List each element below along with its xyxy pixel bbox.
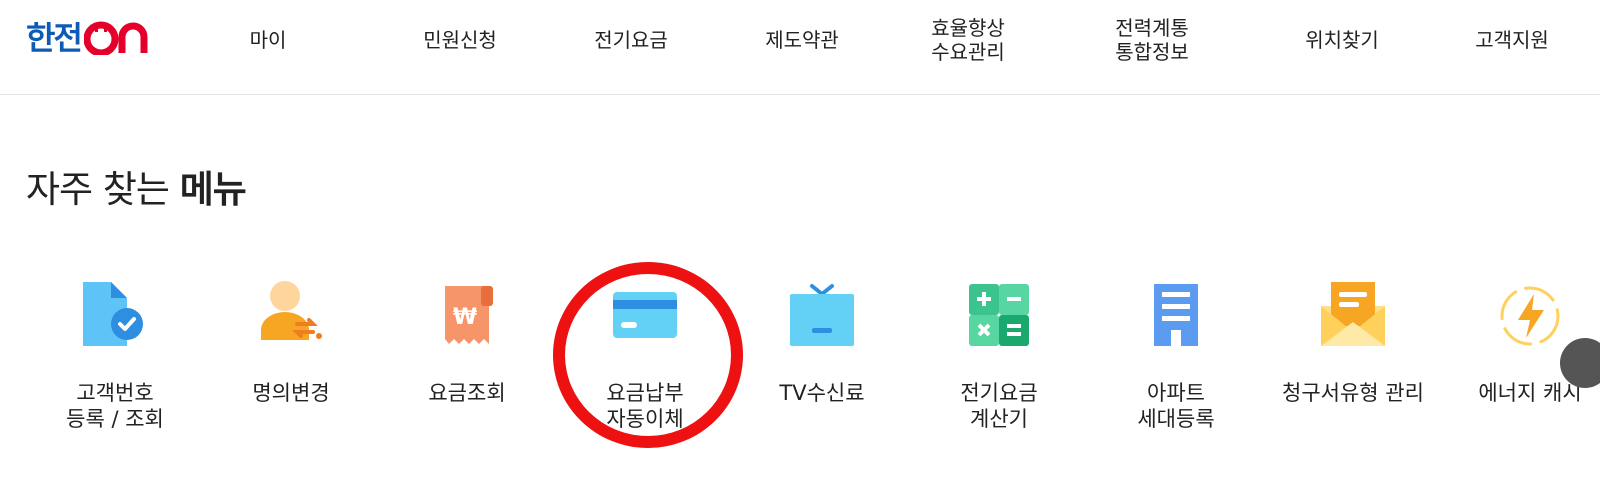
quick-menu-bill-inquiry[interactable]: ₩ 요금조회 bbox=[379, 278, 555, 448]
nav-find-location[interactable]: 위치찾기 bbox=[1282, 0, 1402, 80]
quick-menu-label-line1: TV수신료 bbox=[779, 381, 865, 405]
quick-menu-label-line1: 요금납부 bbox=[606, 381, 684, 405]
nav-grid-info-line2: 통합정보 bbox=[1115, 40, 1189, 64]
person-transfer-icon bbox=[253, 278, 329, 354]
tv-icon bbox=[784, 278, 860, 354]
nav-efficiency-demand-line1: 효율향상 bbox=[931, 16, 1005, 40]
apartment-icon bbox=[1138, 278, 1214, 354]
quick-menu-label-line2: 자동이체 bbox=[606, 407, 684, 431]
nav-policy-terms[interactable]: 제도약관 bbox=[742, 0, 862, 80]
quick-menu-label: 아파트 세대등록 bbox=[1088, 380, 1264, 432]
quick-menu-label-line1: 전기요금 bbox=[960, 381, 1038, 405]
nav-efficiency-demand[interactable]: 효율향상 수요관리 bbox=[908, 0, 1028, 80]
quick-menu-bill-calculator[interactable]: 전기요금 계산기 bbox=[911, 278, 1087, 448]
nav-policy-terms-label: 제도약관 bbox=[765, 28, 839, 52]
quick-menu-label-line2: 계산기 bbox=[970, 407, 1028, 431]
nav-grid-info-line1: 전력계통 bbox=[1115, 16, 1189, 40]
site-header: 한전 마이 민원신청 전기요금 제도약관 효율향상 수요관리 전력계통 통합정보… bbox=[0, 0, 1600, 95]
quick-menu-customer-number[interactable]: 고객번호 등록 / 조회 bbox=[27, 278, 203, 448]
quick-menu-label-line2: 세대등록 bbox=[1137, 407, 1215, 431]
quick-menu-label-line1: 명의변경 bbox=[252, 381, 330, 405]
kepco-on-logo[interactable]: 한전 bbox=[26, 18, 154, 58]
nav-customer-support-label: 고객지원 bbox=[1475, 28, 1549, 52]
quick-menu-label: 전기요금 계산기 bbox=[911, 380, 1087, 432]
nav-efficiency-demand-line2: 수요관리 bbox=[931, 40, 1005, 64]
nav-my[interactable]: 마이 bbox=[208, 0, 328, 80]
quick-menu-label-line1: 고객번호 bbox=[76, 381, 154, 405]
quick-menu-tv-fee[interactable]: TV수신료 bbox=[734, 278, 910, 448]
logo-on-mark bbox=[83, 21, 154, 55]
quick-menu-label-line1: 청구서유형 관리 bbox=[1282, 381, 1424, 405]
quick-menu-bill-type[interactable]: 청구서유형 관리 bbox=[1265, 278, 1441, 448]
credit-card-icon bbox=[607, 278, 683, 354]
nav-civil-request[interactable]: 민원신청 bbox=[400, 0, 520, 80]
quick-menu-label: 요금납부 자동이체 bbox=[557, 380, 733, 432]
quick-menu-label-line1: 요금조회 bbox=[428, 381, 506, 405]
energy-lightning-icon bbox=[1492, 278, 1568, 354]
mail-envelope-icon bbox=[1315, 278, 1391, 354]
nav-my-label: 마이 bbox=[249, 28, 287, 52]
nav-grid-info[interactable]: 전력계통 통합정보 bbox=[1092, 0, 1212, 80]
quick-menu-auto-payment[interactable]: 요금납부 자동이체 bbox=[557, 278, 733, 448]
quick-menu-name-change[interactable]: 명의변경 bbox=[203, 278, 379, 448]
section-title-normal: 자주 찾는 bbox=[26, 168, 180, 211]
quick-menu-label-line2: 등록 / 조회 bbox=[66, 407, 164, 431]
calculator-icon bbox=[961, 278, 1037, 354]
quick-menu-label: 명의변경 bbox=[203, 380, 379, 406]
svg-text:₩: ₩ bbox=[453, 305, 477, 330]
won-receipt-icon: ₩ bbox=[429, 278, 505, 354]
section-title: 자주 찾는 메뉴 bbox=[26, 166, 247, 214]
quick-menu-apartment-registration[interactable]: 아파트 세대등록 bbox=[1088, 278, 1264, 448]
section-title-bold: 메뉴 bbox=[179, 168, 247, 211]
nav-electric-bill-label: 전기요금 bbox=[594, 28, 668, 52]
nav-customer-support[interactable]: 고객지원 bbox=[1452, 0, 1572, 80]
logo-text: 한전 bbox=[26, 19, 83, 57]
quick-menu-label-line1: 아파트 bbox=[1147, 381, 1205, 405]
nav-electric-bill[interactable]: 전기요금 bbox=[571, 0, 691, 80]
document-check-icon bbox=[77, 278, 153, 354]
quick-menu-label: 고객번호 등록 / 조회 bbox=[27, 380, 203, 432]
nav-find-location-label: 위치찾기 bbox=[1305, 28, 1379, 52]
quick-menu-label: TV수신료 bbox=[734, 380, 910, 406]
quick-menu-label: 청구서유형 관리 bbox=[1265, 380, 1441, 406]
quick-menu-label: 요금조회 bbox=[379, 380, 555, 406]
nav-civil-request-label: 민원신청 bbox=[423, 28, 497, 52]
